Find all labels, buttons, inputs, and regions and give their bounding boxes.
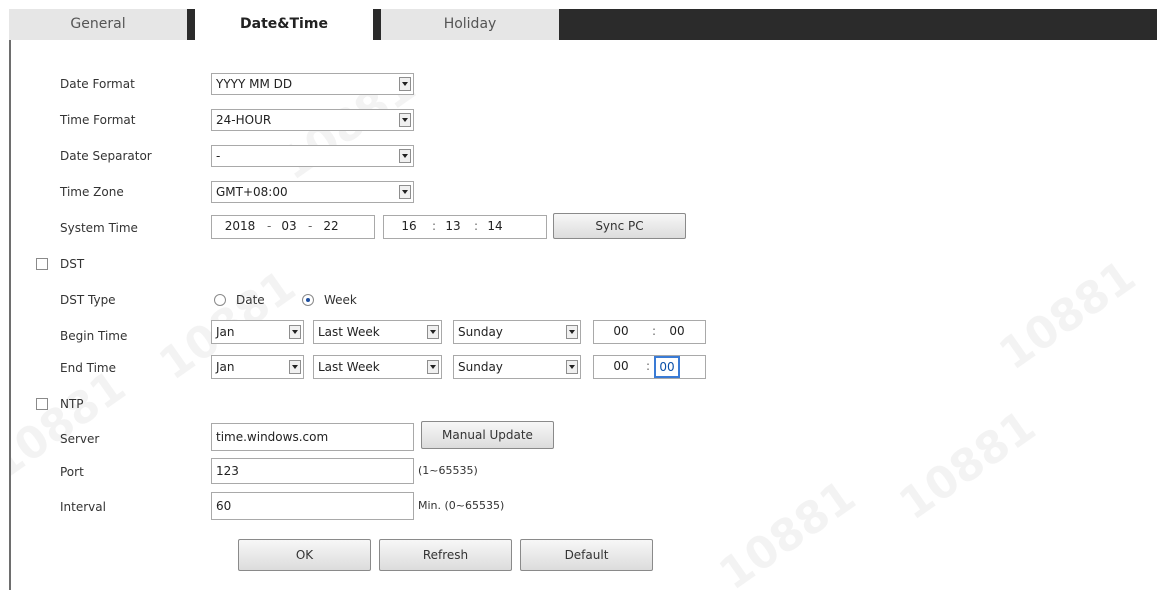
tab-general[interactable]: General [9, 9, 187, 40]
dst-checkbox[interactable] [36, 258, 48, 270]
chevron-down-icon[interactable] [399, 77, 411, 91]
interval-label: Interval [60, 500, 106, 514]
time-sep: : [646, 359, 651, 373]
watermark: 10881 [990, 251, 1145, 381]
refresh-button[interactable]: Refresh [379, 539, 512, 571]
watermark: 10881 [710, 471, 865, 590]
end-time-input[interactable]: 00 : 00 [593, 355, 706, 379]
begin-minute-segment[interactable]: 00 [666, 321, 688, 341]
end-week-value: Last Week [318, 360, 380, 374]
chevron-down-icon[interactable] [289, 360, 301, 374]
tab-date-time[interactable]: Date&Time [195, 9, 373, 40]
minute-segment[interactable]: 13 [442, 216, 464, 236]
chevron-down-icon[interactable] [427, 360, 439, 374]
begin-hour-segment[interactable]: 00 [610, 321, 632, 341]
date-sep: - [267, 219, 272, 233]
chevron-down-icon[interactable] [566, 325, 578, 339]
port-input[interactable]: 123 [211, 458, 414, 484]
time-zone-value: GMT+08:00 [216, 185, 288, 199]
server-input[interactable]: time.windows.com [211, 423, 414, 451]
chevron-down-icon[interactable] [399, 113, 411, 127]
dst-type-date-label: Date [236, 293, 265, 307]
begin-time-input[interactable]: 00 : 00 [593, 320, 706, 344]
date-separator-label: Date Separator [60, 149, 152, 163]
begin-month-value: Jan [216, 325, 235, 339]
system-time-input[interactable]: 16 : 13 : 14 [383, 215, 547, 239]
default-button[interactable]: Default [520, 539, 653, 571]
end-day-value: Sunday [458, 360, 503, 374]
manual-update-button[interactable]: Manual Update [421, 421, 554, 449]
ok-button[interactable]: OK [238, 539, 371, 571]
dst-label: DST [60, 257, 85, 271]
watermark: 10881 [890, 401, 1045, 531]
end-time-label: End Time [60, 361, 116, 375]
begin-day-value: Sunday [458, 325, 503, 339]
tab-divider [187, 9, 195, 40]
time-sep: : [474, 219, 479, 233]
tab-holiday[interactable]: Holiday [381, 9, 559, 40]
begin-month-select[interactable]: Jan [211, 320, 304, 344]
begin-time-label: Begin Time [60, 329, 128, 343]
time-zone-select[interactable]: GMT+08:00 [211, 181, 414, 203]
dst-type-date-radio[interactable] [214, 294, 226, 306]
server-label: Server [60, 432, 100, 446]
ntp-checkbox[interactable] [36, 398, 48, 410]
time-sep: : [432, 219, 437, 233]
second-segment[interactable]: 14 [484, 216, 506, 236]
chevron-down-icon[interactable] [399, 185, 411, 199]
date-format-value: YYYY MM DD [216, 77, 293, 91]
end-minute-segment[interactable]: 00 [654, 356, 680, 378]
chevron-down-icon[interactable] [289, 325, 301, 339]
end-week-select[interactable]: Last Week [313, 355, 442, 379]
interval-range-hint: Min. (0~65535) [418, 499, 505, 512]
chevron-down-icon[interactable] [427, 325, 439, 339]
port-label: Port [60, 465, 84, 479]
year-segment[interactable]: 2018 [220, 216, 260, 236]
end-month-select[interactable]: Jan [211, 355, 304, 379]
time-zone-label: Time Zone [60, 185, 124, 199]
time-sep: : [652, 324, 657, 338]
chevron-down-icon[interactable] [566, 360, 578, 374]
ntp-label: NTP [60, 397, 84, 411]
chevron-down-icon[interactable] [399, 149, 411, 163]
begin-week-select[interactable]: Last Week [313, 320, 442, 344]
tab-divider [373, 9, 381, 40]
dst-type-week-label: Week [324, 293, 357, 307]
begin-week-value: Last Week [318, 325, 380, 339]
system-date-input[interactable]: 2018 - 03 - 22 [211, 215, 375, 239]
time-format-select[interactable]: 24-HOUR [211, 109, 414, 131]
interval-input[interactable]: 60 [211, 492, 414, 520]
date-format-label: Date Format [60, 77, 135, 91]
end-hour-segment[interactable]: 00 [610, 356, 632, 376]
settings-panel: 10881 10881 10881 10881 10881 10881 [9, 40, 1157, 590]
sync-pc-button[interactable]: Sync PC [553, 213, 686, 239]
hour-segment[interactable]: 16 [398, 216, 420, 236]
dst-type-week-radio[interactable] [302, 294, 314, 306]
end-month-value: Jan [216, 360, 235, 374]
port-range-hint: (1~65535) [418, 464, 478, 477]
date-separator-value: - [216, 149, 221, 163]
date-separator-select[interactable]: - [211, 145, 414, 167]
begin-day-select[interactable]: Sunday [453, 320, 581, 344]
time-format-label: Time Format [60, 113, 136, 127]
end-day-select[interactable]: Sunday [453, 355, 581, 379]
date-sep: - [308, 219, 313, 233]
system-time-label: System Time [60, 221, 138, 235]
day-segment[interactable]: 22 [320, 216, 342, 236]
dst-type-label: DST Type [60, 293, 116, 307]
month-segment[interactable]: 03 [278, 216, 300, 236]
tab-bar: General Date&Time Holiday [9, 9, 1157, 40]
date-format-select[interactable]: YYYY MM DD [211, 73, 414, 95]
time-format-value: 24-HOUR [216, 113, 272, 127]
